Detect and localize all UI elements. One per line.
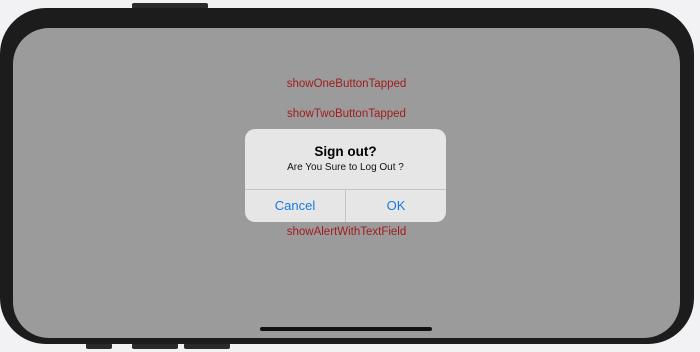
simulator-stage: showOneButtonTapped showTwoButtonTapped …	[0, 0, 700, 352]
device-screen: showOneButtonTapped showTwoButtonTapped …	[13, 28, 680, 338]
alert-message: Are You Sure to Log Out ?	[287, 162, 404, 173]
alert-title: Sign out?	[314, 144, 377, 159]
cancel-button[interactable]: Cancel	[245, 190, 345, 222]
show-one-button-action[interactable]: showOneButtonTapped	[13, 78, 680, 90]
show-alert-with-textfield-action[interactable]: showAlertWithTextField	[13, 226, 680, 238]
show-two-button-action[interactable]: showTwoButtonTapped	[13, 108, 680, 120]
ok-button[interactable]: OK	[346, 190, 446, 222]
alert-dialog: Sign out? Are You Sure to Log Out ? Canc…	[245, 129, 446, 222]
device-frame: showOneButtonTapped showTwoButtonTapped …	[0, 8, 694, 344]
home-indicator[interactable]	[260, 327, 432, 331]
